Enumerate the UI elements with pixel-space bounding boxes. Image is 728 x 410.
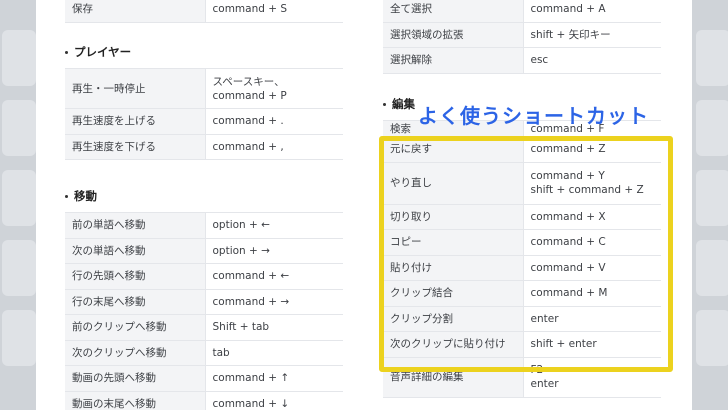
section-heading-player: プレイヤー (65, 44, 131, 60)
annotation-label: よく使うショートカット (418, 104, 649, 128)
player-table: 再生・一時停止 スペースキー、command + P 再生速度を上げる comm… (65, 68, 343, 160)
table-row: 全て選択 command + A (383, 0, 661, 23)
table-row: 行の末尾へ移動 command + → (65, 288, 343, 315)
section-heading-edit: 編集 (383, 96, 415, 112)
table-row: 行の先頭へ移動 command + ← (65, 263, 343, 290)
table-row: 再生速度を上げる command + . (65, 108, 343, 135)
shortcut-keys: command + S (205, 0, 343, 23)
table-row: 動画の末尾へ移動 command + ↓ (65, 390, 343, 410)
select-table: 全て選択 command + A 選択領域の拡張 shift + 矢印キー 選択解除… (383, 0, 661, 74)
shortcut-name: 保存 (65, 0, 206, 23)
table-row: 前の単語へ移動 option + ← (65, 212, 343, 239)
table-row: 前のクリップへ移動 Shift + tab (65, 314, 343, 341)
table-row: 動画の先頭へ移動 command + ↑ (65, 365, 343, 392)
table-row: 次の単語へ移動 option + → (65, 237, 343, 264)
move-table: 前の単語へ移動 option + ← 次の単語へ移動 option + → 行の先頭… (65, 212, 343, 410)
table-row: 保存 command + S (65, 0, 343, 23)
table-row: 次のクリップへ移動 tab (65, 339, 343, 366)
table-row: 選択領域の拡張 shift + 矢印キー (383, 21, 661, 48)
table-row: 選択解除 esc (383, 47, 661, 74)
save-table: 保存 command + S (65, 0, 343, 23)
table-row: 再生速度を下げる command + , (65, 133, 343, 160)
section-heading-move: 移動 (65, 188, 97, 204)
table-row: 再生・一時停止 スペースキー、command + P (65, 68, 343, 109)
highlight-frame (379, 136, 673, 372)
